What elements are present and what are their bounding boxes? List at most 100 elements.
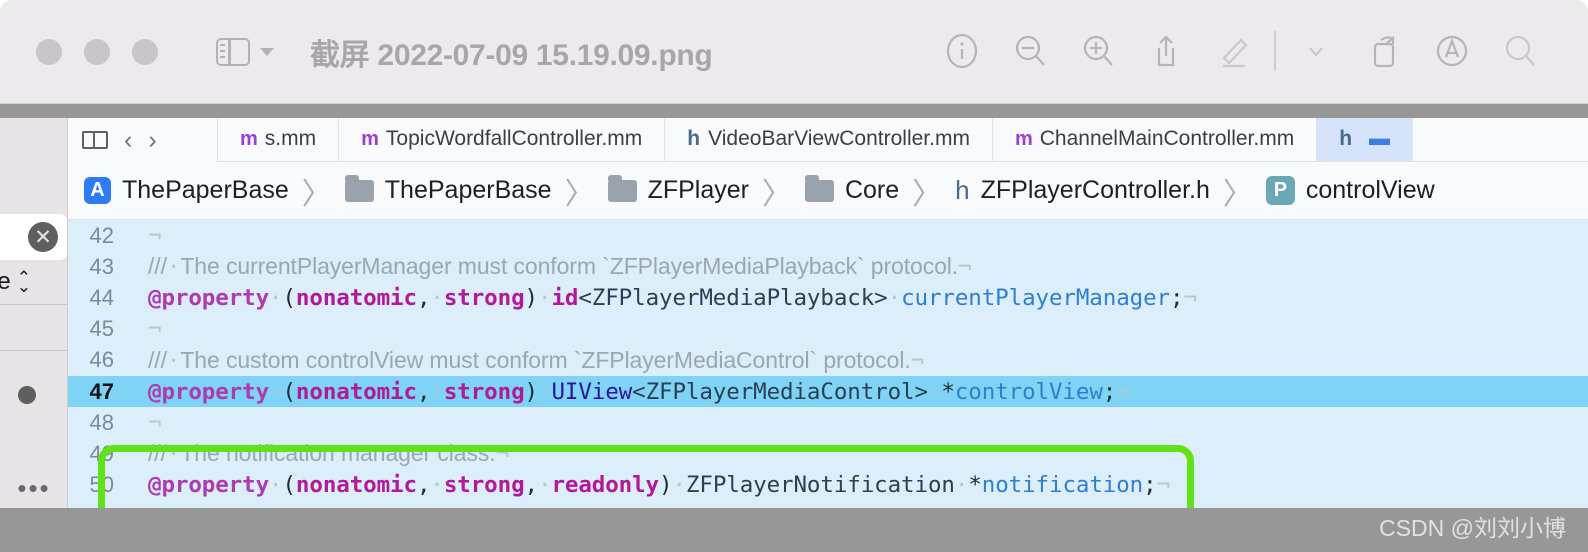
overflow-menu[interactable]: ••• [0, 473, 67, 504]
window-title: 截屏 2022-07-09 15.19.09.png [310, 38, 713, 72]
line-number[interactable]: 42 [68, 223, 130, 249]
zoom-in-button[interactable] [1064, 20, 1132, 82]
breadcrumb-item-group[interactable]: ThePaperBase [344, 174, 552, 205]
line-number[interactable]: 43 [68, 254, 130, 280]
code-line: 49 ///·The notification manager class.¬ [68, 438, 1588, 469]
close-button[interactable] [36, 38, 62, 65]
markup-pen-icon [1222, 38, 1248, 68]
breadcrumb-item-symbol[interactable]: P controlView [1265, 176, 1435, 205]
tab-item-selected[interactable]: h ▬ [1317, 118, 1414, 161]
tab-item[interactable]: m s.mm [218, 118, 340, 161]
share-button[interactable] [1132, 20, 1200, 82]
list-item-dot [18, 386, 36, 404]
line-number[interactable]: 47 [68, 379, 130, 405]
comment-slashes: /// [148, 253, 167, 280]
tab-label: VideoBarViewController.mm [708, 127, 970, 150]
line-number[interactable]: 49 [68, 441, 130, 467]
traffic-lights [36, 38, 158, 65]
comment-text: The custom controlView must conform `ZFP… [180, 346, 911, 373]
clear-search-icon[interactable]: ✕ [28, 222, 58, 252]
chevron-down-icon[interactable] [260, 47, 274, 56]
breadcrumb-item-core[interactable]: Core [804, 174, 900, 205]
comment-slashes: /// [148, 440, 167, 467]
property-icon: P [1265, 176, 1295, 205]
folder-icon [804, 174, 834, 202]
breadcrumb-label: Core [844, 176, 900, 204]
zoom-out-icon [1015, 35, 1045, 66]
comment-text: The currentPlayerManager must conform `Z… [180, 253, 959, 280]
annotate-button[interactable] [1418, 20, 1486, 82]
code-line-highlighted: 47 @property·(nonatomic,·strong)·UIView<… [68, 375, 1588, 408]
search-button[interactable] [1486, 20, 1554, 82]
code-editor[interactable]: 42 ¬ 43 ///·The currentPlayerManager mus… [68, 220, 1588, 508]
tab-label: ChannelMainController.mm [1039, 127, 1295, 150]
breadcrumb-label: ZFPlayer [647, 176, 749, 204]
preview-titlebar: 截屏 2022-07-09 15.19.09.png [0, 0, 1588, 104]
bottom-band [0, 508, 1588, 552]
line-number[interactable]: 45 [68, 316, 130, 342]
divider [0, 304, 67, 305]
breadcrumb-separator: 〉 [1222, 177, 1253, 211]
line-number[interactable]: 46 [68, 347, 130, 373]
breadcrumb-separator: 〉 [761, 177, 792, 211]
info-icon [946, 33, 978, 69]
code-line: 43 ///·The currentPlayerManager must con… [68, 251, 1588, 282]
line-number[interactable]: 50 [68, 472, 130, 498]
code-line: 50 @property·(nonatomic,·strong,·readonl… [68, 470, 1588, 501]
editor-nav-row: ‹ › [68, 118, 218, 162]
m-file-icon: m [1014, 127, 1033, 150]
toolbar-divider [1274, 31, 1276, 71]
comment-slashes: /// [148, 346, 167, 373]
breadcrumb-label: ThePaperBase [384, 176, 552, 204]
tab-label: s.mm [264, 127, 317, 150]
tab-item[interactable]: m ChannelMainController.mm [993, 118, 1318, 161]
invisible-newline: ¬ [148, 222, 162, 249]
minimize-button[interactable] [84, 38, 110, 65]
code-line: 46 ///·The custom controlView must confo… [68, 345, 1588, 376]
comment-text: The notification manager class. [180, 440, 496, 467]
search-field[interactable]: ✕ [0, 214, 67, 260]
scope-selector[interactable]: ase ⌃⌄ [0, 268, 67, 296]
breadcrumb-separator: 〉 [564, 177, 595, 211]
breadcrumb-item-zfplayer[interactable]: ZFPlayer [607, 174, 749, 205]
nav-forward-button[interactable]: › [148, 127, 156, 153]
code-line: 48 ¬ [68, 407, 1588, 438]
nav-back-button[interactable]: ‹ [124, 127, 132, 153]
folder-icon [344, 174, 374, 202]
navigator-pane-fragment: ✕ ase ⌃⌄ ••• [0, 118, 68, 508]
breadcrumb-separator: 〉 [301, 177, 332, 211]
preview-toolbar [928, 20, 1554, 82]
editor-layout-icon[interactable] [82, 130, 108, 150]
tab-badge-icon: ▬ [1369, 127, 1391, 150]
line-number[interactable]: 48 [68, 410, 130, 436]
tab-item[interactable]: m TopicWordfallController.mm [339, 118, 666, 161]
zoom-button[interactable] [132, 38, 158, 65]
m-file-icon: m [240, 127, 258, 150]
info-button[interactable] [928, 20, 996, 82]
sidebar-toggle-button[interactable] [216, 37, 274, 66]
m-file-icon: m [361, 127, 379, 150]
zoom-in-icon [1083, 35, 1113, 66]
zoom-out-button[interactable] [996, 20, 1064, 82]
line-number[interactable]: 44 [68, 285, 130, 311]
h-file-icon: h [687, 127, 700, 150]
header-file-icon: h [955, 175, 970, 205]
editor-tab-bar: m s.mm m TopicWordfallController.mm h Vi… [68, 118, 1588, 162]
annotate-icon [1436, 35, 1468, 67]
breadcrumb-label: ZFPlayerController.h [980, 176, 1210, 204]
search-icon [1505, 35, 1535, 66]
breadcrumb-label: ThePaperBase [122, 176, 289, 204]
divider [0, 350, 67, 351]
breadcrumb-item-file[interactable]: h ZFPlayerController.h [955, 175, 1210, 206]
markup-button[interactable] [1200, 20, 1268, 82]
breadcrumb-label: controlView [1305, 176, 1435, 204]
chevron-down-icon [1309, 47, 1323, 57]
scope-label: ase [0, 268, 11, 296]
breadcrumb-item-project[interactable]: A ThePaperBase [84, 176, 289, 205]
breadcrumb-separator: 〉 [912, 177, 943, 211]
folder-icon [607, 174, 637, 202]
rotate-button[interactable] [1350, 20, 1418, 82]
stepper-icon[interactable]: ⌃ ⌄ [17, 268, 31, 295]
markup-more-button[interactable] [1282, 20, 1350, 82]
tab-item[interactable]: h VideoBarViewController.mm [665, 118, 993, 161]
